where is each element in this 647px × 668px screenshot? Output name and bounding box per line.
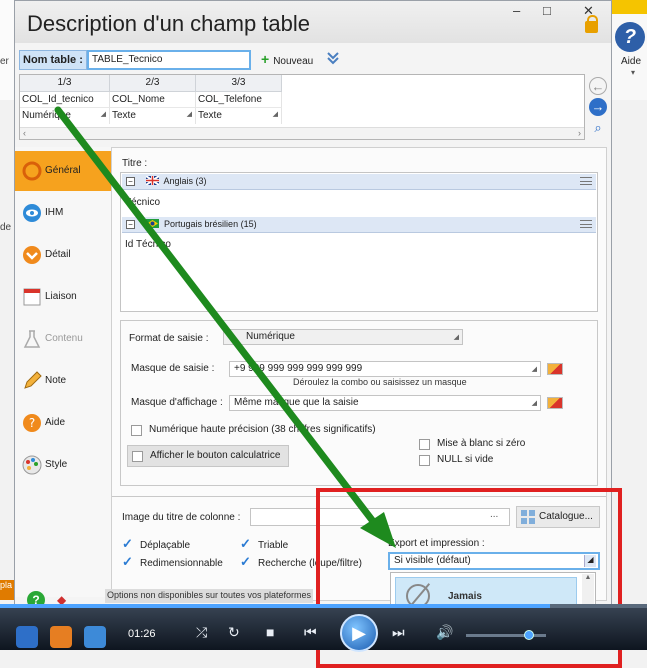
taskbar-firefox-icon[interactable] [50, 626, 72, 648]
seek-bar[interactable] [0, 604, 647, 608]
shuffle-icon[interactable]: ⤮ [196, 624, 207, 641]
volume-knob[interactable] [524, 630, 534, 640]
previous-track-icon[interactable]: ⏮ [304, 624, 317, 641]
seek-progress [0, 604, 550, 608]
play-button[interactable]: ▶ [340, 614, 378, 652]
stop-icon[interactable]: ■ [266, 624, 274, 640]
repeat-icon[interactable]: ↻ [228, 624, 240, 641]
taskbar-app-icon[interactable] [84, 626, 106, 648]
player-time: 01:26 [128, 628, 156, 640]
volume-icon[interactable]: 🔊 [436, 624, 453, 641]
next-track-icon[interactable]: ⏭ [392, 624, 405, 641]
volume-slider[interactable] [466, 630, 546, 640]
taskbar-skype-icon[interactable] [16, 626, 38, 648]
